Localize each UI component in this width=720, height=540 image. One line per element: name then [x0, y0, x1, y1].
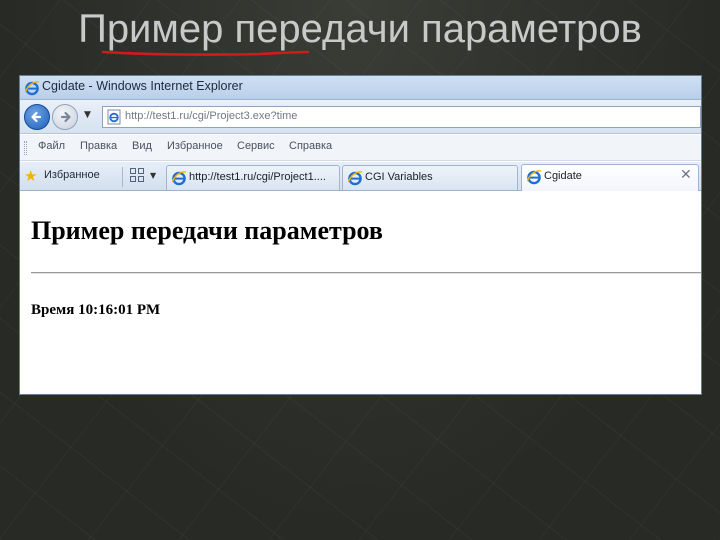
menu-favorites[interactable]: Избранное [167, 140, 223, 152]
menu-tools[interactable]: Сервис [237, 140, 275, 152]
page-content: Пример передачи параметров Время 10:16:0… [20, 194, 701, 394]
page-heading: Пример передачи параметров [31, 216, 383, 245]
tab-label: http://test1.ru/cgi/Project1.... [189, 171, 326, 183]
tab-project1[interactable]: http://test1.ru/cgi/Project1.... [166, 165, 340, 190]
back-arrow-icon [31, 111, 42, 123]
slide-title: Пример передачи параметров [78, 7, 642, 51]
close-icon[interactable]: ✕ [680, 168, 692, 182]
favorites-label: Избранное [44, 169, 100, 181]
ie-window: Cgidate - Windows Internet Explorer ▼ ht… [20, 76, 701, 394]
ie-tab-icon [526, 170, 542, 185]
tab-bar: ★ Избранное ▼ http://test1.ru/cgi/Projec… [20, 162, 701, 191]
menu-bar: Файл Правка Вид Избранное Сервис Справка [20, 135, 701, 161]
ie-tab-icon [171, 171, 187, 186]
toolbar-grip[interactable] [24, 141, 27, 155]
time-display: Время 10:16:01 PM [31, 302, 161, 318]
url-highlight-underline [101, 50, 310, 56]
navigation-bar: ▼ http://test1.ru/cgi/Project3.exe?time [20, 100, 701, 134]
quick-tabs-icon[interactable] [130, 168, 146, 184]
menu-file[interactable]: Файл [38, 140, 65, 152]
tab-cgi-variables[interactable]: CGI Variables [342, 165, 518, 190]
url-text: http://test1.ru/cgi/Project3.exe?time [125, 110, 298, 122]
page-icon [107, 109, 121, 125]
ie-tab-icon [347, 171, 363, 186]
forward-button[interactable] [52, 104, 78, 130]
star-icon: ★ [24, 167, 38, 185]
tab-cgidate[interactable]: Cgidate [521, 164, 699, 191]
tab-label: Cgidate [544, 170, 582, 182]
back-button[interactable] [24, 104, 50, 130]
forward-arrow-icon [60, 111, 71, 123]
title-bar[interactable]: Cgidate - Windows Internet Explorer [20, 76, 701, 100]
window-title: Cgidate - Windows Internet Explorer [42, 79, 243, 93]
tab-list-dropdown-icon[interactable]: ▼ [150, 171, 156, 180]
menu-help[interactable]: Справка [289, 140, 332, 152]
tab-label: CGI Variables [365, 171, 433, 183]
history-dropdown-icon[interactable]: ▼ [84, 110, 91, 120]
menu-view[interactable]: Вид [132, 140, 152, 152]
ie-logo-icon [24, 81, 40, 96]
toolbar-separator [122, 167, 123, 187]
menu-edit[interactable]: Правка [80, 140, 117, 152]
address-bar[interactable]: http://test1.ru/cgi/Project3.exe?time [102, 106, 701, 128]
horizontal-rule [31, 272, 701, 274]
